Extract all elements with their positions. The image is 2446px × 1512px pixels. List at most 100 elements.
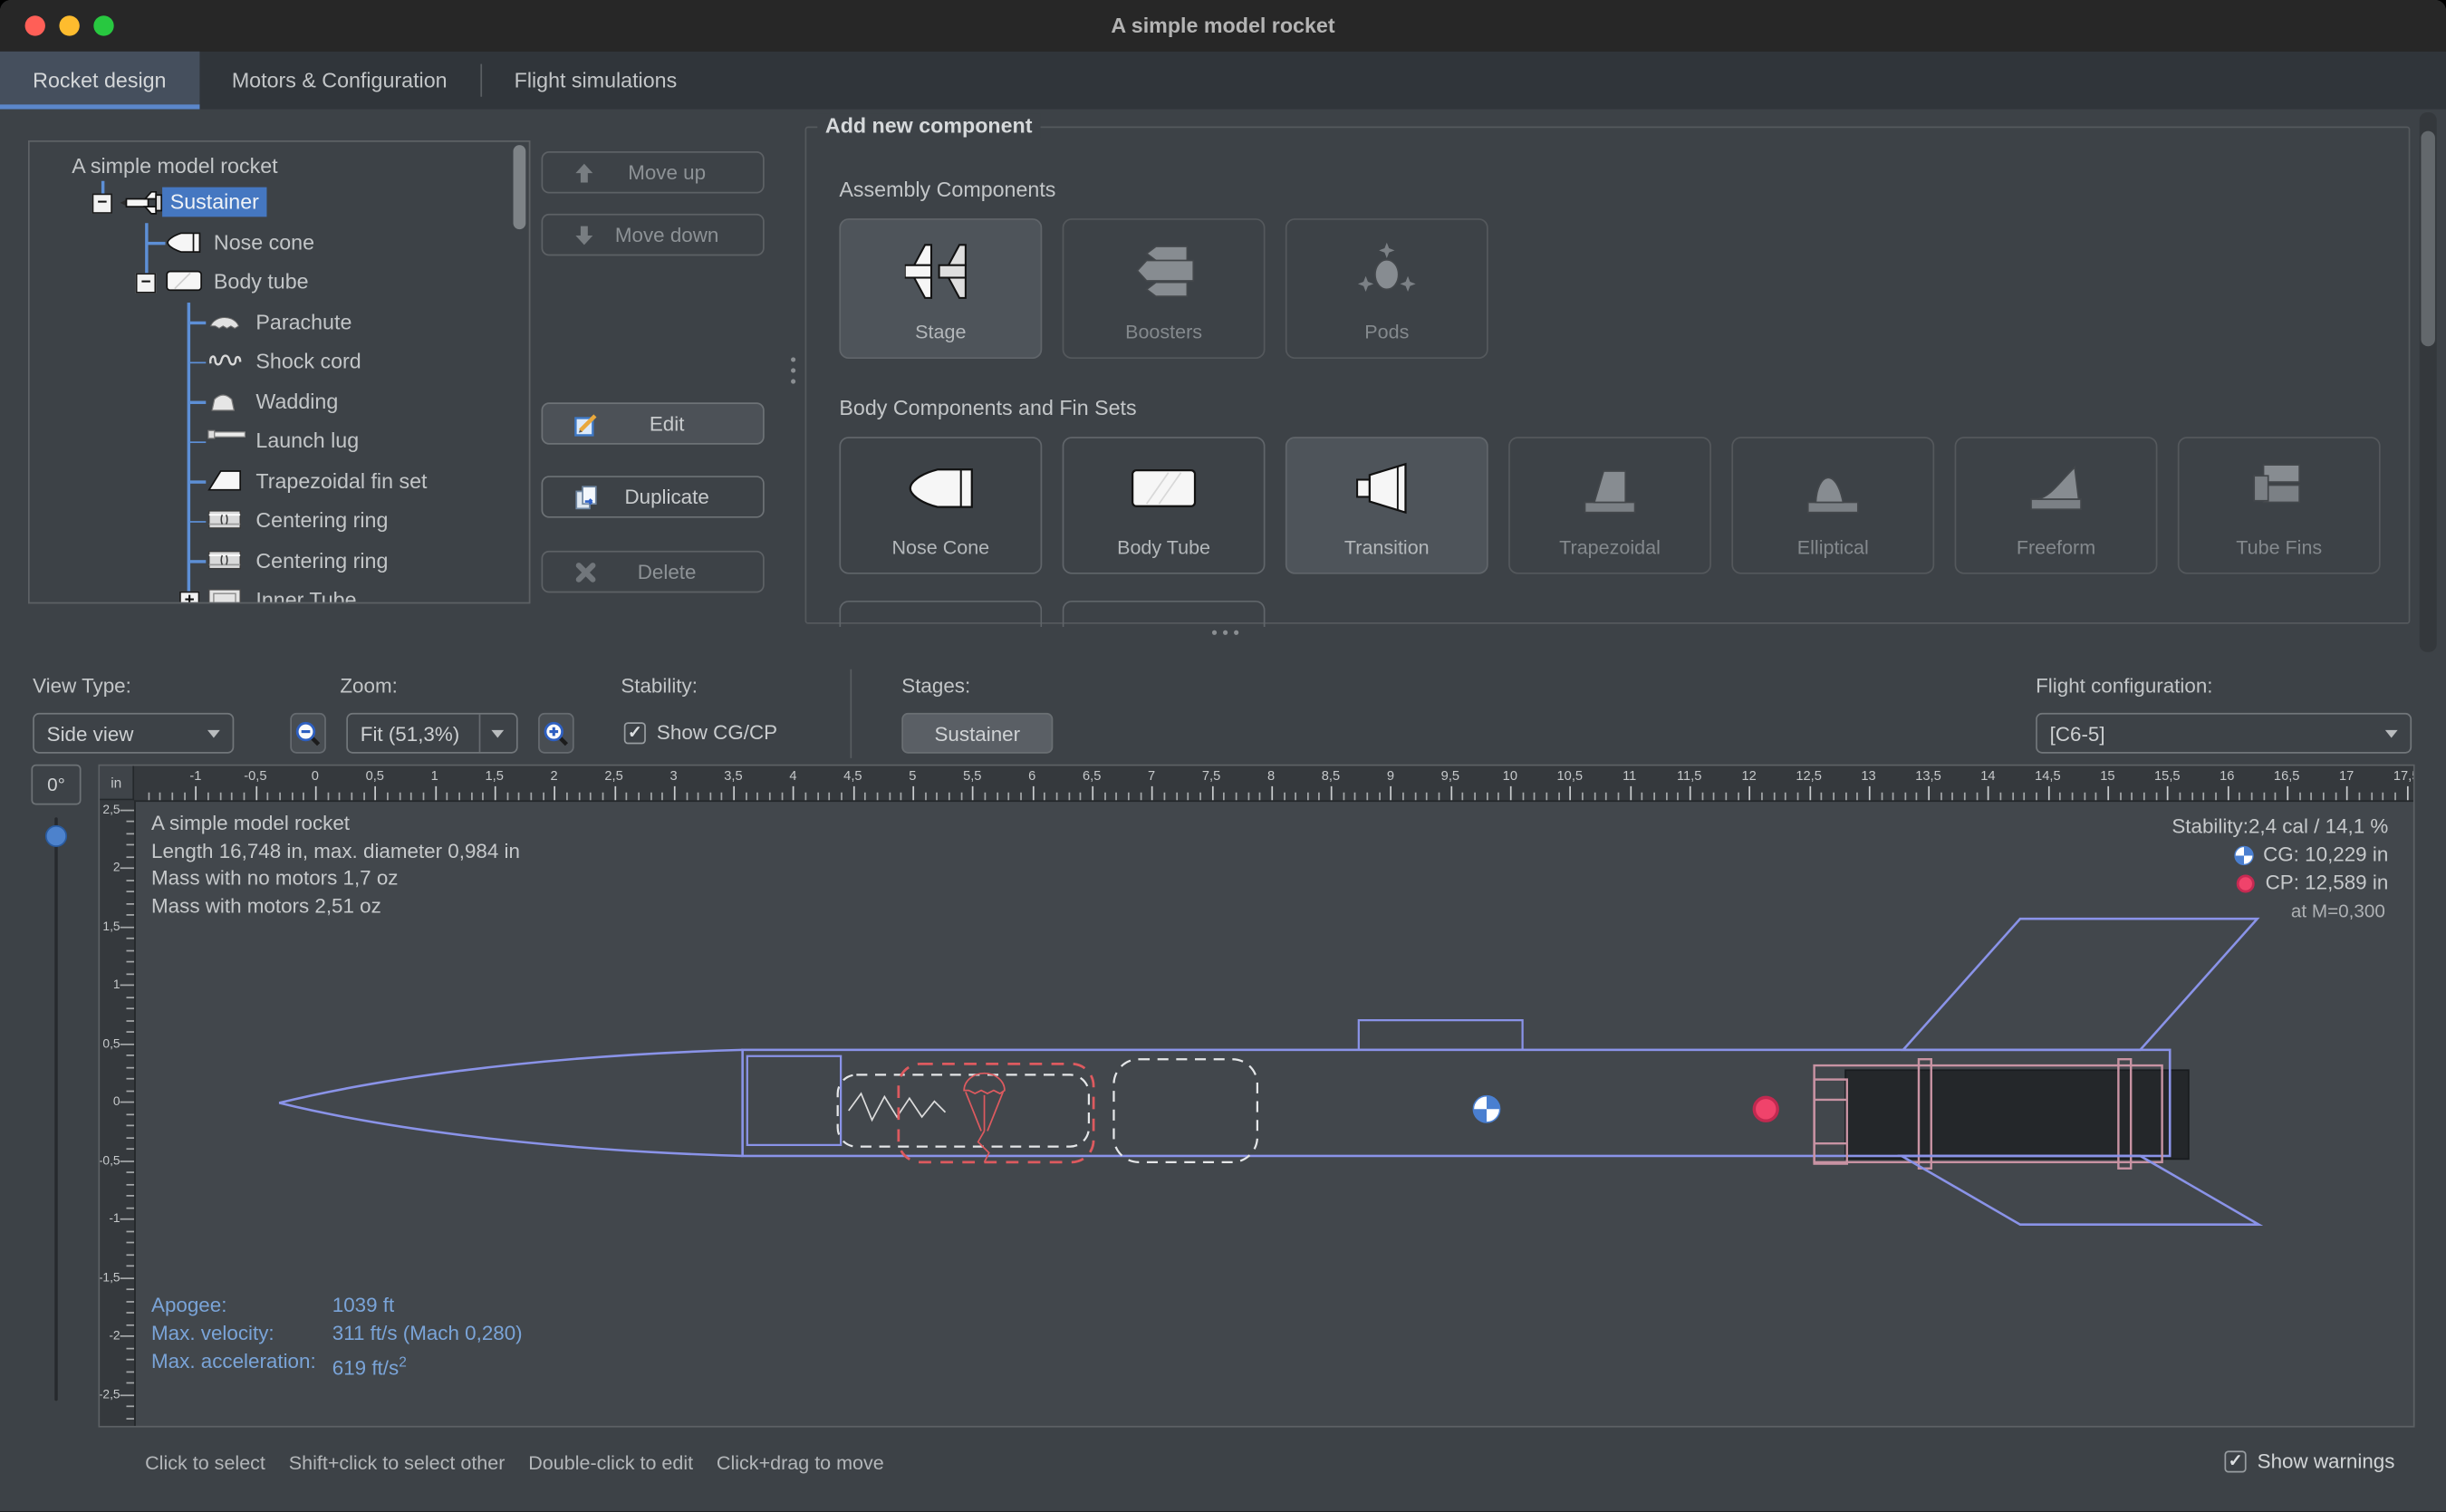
- add-nose-cone-button[interactable]: Nose Cone: [839, 437, 1042, 574]
- button-label: Move down: [615, 223, 718, 246]
- show-warnings-checkbox[interactable]: ✓: [2224, 1450, 2246, 1472]
- tree-item-launch-lug[interactable]: Launch lug: [30, 421, 529, 462]
- ruler-tick: [2394, 793, 2396, 801]
- add-component-button-clipped[interactable]: [839, 601, 1042, 627]
- tree-item-trapezoidal-fin-set[interactable]: Trapezoidal fin set: [30, 461, 529, 502]
- tree-item-label[interactable]: Wadding: [248, 386, 346, 416]
- expand-toggle-icon[interactable]: +: [179, 591, 199, 604]
- component-button-label: Tube Fins: [2236, 536, 2322, 558]
- ruler-tick: [1642, 793, 1643, 801]
- show-cgcp-checkbox[interactable]: ✓: [624, 721, 646, 743]
- ruler-tick: [1140, 793, 1141, 801]
- edit-button[interactable]: Edit: [542, 402, 765, 444]
- arrow-down-icon: [574, 224, 594, 246]
- ruler-tick: [315, 786, 317, 800]
- tree-scrollbar-thumb[interactable]: [514, 145, 526, 229]
- max-velocity-row: Max. velocity: 311 ft/s (Mach 0,280): [151, 1320, 523, 1348]
- view-type-select[interactable]: Side view: [33, 713, 234, 754]
- tree-item-label[interactable]: Trapezoidal fin set: [248, 466, 435, 496]
- tree-item-body-tube[interactable]: − Body tube: [30, 262, 529, 303]
- tree-item-label[interactable]: Body tube: [206, 266, 316, 296]
- ruler-tick: [1869, 786, 1871, 800]
- show-warnings-control[interactable]: ✓ Show warnings: [2224, 1449, 2394, 1473]
- ruler-label: 13: [1861, 767, 1875, 783]
- window-title: A simple model rocket: [0, 0, 2446, 52]
- tree-item-label[interactable]: Parachute: [248, 306, 360, 336]
- tab-flight-simulations[interactable]: Flight simulations: [481, 52, 709, 110]
- rocket-view-panel[interactable]: -1-0,500,511,522,533,544,555,566,577,588…: [98, 765, 2414, 1428]
- splitter-handle[interactable]: [791, 357, 795, 383]
- add-component-panel: Add new component Assembly ComponentsSta…: [805, 114, 2412, 628]
- zoom-level-select[interactable]: Fit (51,3%): [346, 713, 517, 754]
- tree-root-label[interactable]: A simple model rocket: [64, 151, 286, 181]
- tab-motors-configuration[interactable]: Motors & Configuration: [199, 52, 480, 110]
- add-body-tube-button[interactable]: Body Tube: [1063, 437, 1266, 574]
- tree-item-label[interactable]: Nose cone: [206, 227, 322, 257]
- ruler-tick: [120, 1102, 134, 1103]
- tree-item-label[interactable]: Inner Tube: [248, 585, 364, 604]
- ruler-tick: [626, 793, 628, 801]
- ruler-tick: [470, 793, 472, 801]
- ruler-label: -2,5: [100, 1387, 120, 1401]
- ruler-tick: [912, 786, 914, 800]
- tree-item-label[interactable]: Launch lug: [248, 426, 367, 456]
- ruler-tick: [1188, 793, 1189, 801]
- tree-item-shock-cord[interactable]: Shock cord: [30, 342, 529, 382]
- cp-marker: [1754, 1097, 1777, 1121]
- add-stage-button[interactable]: Stage: [839, 218, 1042, 359]
- shock-cord-icon: [207, 350, 244, 370]
- add-component-button-clipped[interactable]: [1063, 601, 1266, 627]
- ruler-label: 17,5: [2393, 767, 2413, 783]
- show-cgcp-control[interactable]: ✓ Show CG/CP: [624, 721, 777, 745]
- ruler-tick: [674, 786, 676, 800]
- tree-item-sustainer[interactable]: − Sustainer: [30, 182, 529, 223]
- rotation-slider-knob[interactable]: [45, 825, 67, 847]
- scrollbar-thumb[interactable]: [2421, 131, 2434, 347]
- tree-item-inner-tube[interactable]: + Inner Tube: [30, 581, 529, 604]
- controls-divider: [850, 669, 852, 758]
- tree-item-label[interactable]: Shock cord: [248, 346, 370, 376]
- ruler-tick: [2047, 786, 2049, 800]
- delete-button[interactable]: Delete: [542, 551, 765, 592]
- component-button-label: Transition: [1344, 536, 1430, 558]
- tab-rocket-design[interactable]: Rocket design: [0, 52, 199, 110]
- tree-item-centering-ring[interactable]: Centering ring: [30, 541, 529, 582]
- ruler-tick: [126, 1254, 134, 1256]
- ruler-tick: [482, 793, 484, 801]
- ruler-tick: [2298, 793, 2300, 801]
- ruler-tick: [781, 793, 783, 801]
- ruler-tick: [126, 1171, 134, 1173]
- tree-item-label[interactable]: Sustainer: [162, 188, 266, 217]
- ruler-tick: [1462, 793, 1464, 801]
- flight-configuration-select[interactable]: [C6-5]: [2036, 713, 2412, 754]
- panel-collapse-handle[interactable]: [1212, 631, 1238, 635]
- duplicate-button[interactable]: Duplicate: [542, 476, 765, 517]
- add-pods-button: Pods: [1286, 218, 1488, 359]
- ruler-label: 0,5: [102, 1035, 120, 1049]
- add-transition-button[interactable]: Transition: [1286, 437, 1488, 574]
- zoom-in-button[interactable]: [538, 713, 574, 754]
- collapse-toggle-icon[interactable]: −: [136, 272, 156, 292]
- tree-item-label[interactable]: Centering ring: [248, 545, 396, 575]
- tree-item-centering-ring[interactable]: Centering ring: [30, 501, 529, 542]
- ruler-tick: [1546, 793, 1547, 801]
- wadding-outline: [1113, 1059, 1257, 1162]
- stage-toggle-sustainer[interactable]: Sustainer: [901, 713, 1053, 754]
- tree-item-parachute[interactable]: Parachute: [30, 302, 529, 342]
- ruler-tick: [447, 793, 448, 801]
- tree-item-wadding[interactable]: Wadding: [30, 381, 529, 422]
- ruler-tick: [721, 793, 723, 801]
- zoom-out-icon: [294, 720, 321, 746]
- hint-double-click-to-edit: Double-click to edit: [528, 1452, 693, 1474]
- ruler-label: 2: [113, 861, 120, 874]
- launch-lug-outline: [1359, 1020, 1523, 1050]
- ruler-tick: [126, 1382, 134, 1384]
- move-up-button[interactable]: Move up: [542, 151, 765, 193]
- freeform-lg-icon: [2020, 461, 2092, 515]
- zoom-out-button[interactable]: [290, 713, 326, 754]
- tree-item-label[interactable]: Centering ring: [248, 506, 396, 535]
- rotation-slider-track[interactable]: [54, 817, 57, 1401]
- collapse-toggle-icon[interactable]: −: [92, 193, 112, 213]
- move-down-button[interactable]: Move down: [542, 214, 765, 255]
- tree-item-nose-cone[interactable]: Nose cone: [30, 222, 529, 263]
